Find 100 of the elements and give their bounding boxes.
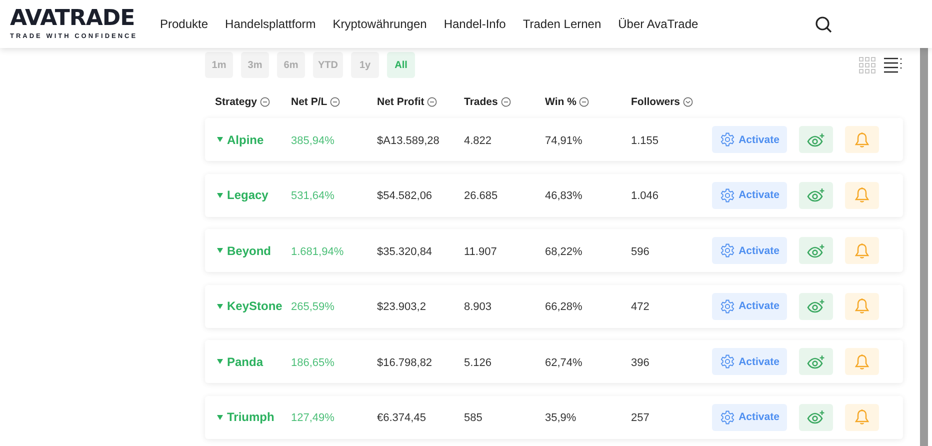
net-pl-value: 127,49%	[291, 412, 334, 424]
eye-plus-icon	[807, 244, 825, 258]
net-profit-value: $54.582,06	[377, 190, 432, 202]
win-rate-value: 66,28%	[545, 301, 582, 313]
search-icon[interactable]	[815, 16, 832, 32]
bell-icon	[855, 187, 869, 203]
caret-icon	[217, 414, 223, 420]
sort-minus-icon[interactable]	[427, 97, 438, 107]
column-header[interactable]: Win %	[545, 96, 576, 108]
followers-value: 596	[631, 246, 650, 258]
win-rate-value: 68,22%	[545, 246, 582, 258]
activate-button[interactable]: Activate	[712, 126, 787, 153]
alert-button[interactable]	[845, 292, 879, 320]
caret-icon	[217, 304, 223, 308]
eye-plus-icon	[807, 299, 825, 313]
column-header[interactable]: Trades	[464, 96, 498, 108]
strategy-link[interactable]: Alpine	[217, 132, 291, 146]
grid-view-icon[interactable]	[859, 56, 876, 74]
caret-icon	[217, 137, 223, 142]
followers-value: 1.155	[631, 134, 659, 146]
eye-plus-icon	[807, 354, 825, 368]
column-header[interactable]: Followers	[631, 96, 680, 108]
strategy-link[interactable]: Panda	[217, 354, 291, 368]
gear-icon	[720, 188, 735, 202]
activate-button[interactable]: Activate	[712, 348, 787, 375]
trades-value: 585	[464, 412, 482, 424]
column-header[interactable]: Net Profit	[377, 96, 424, 108]
period-tab[interactable]: 1m	[205, 52, 233, 78]
watch-button[interactable]	[799, 182, 833, 208]
net-pl-value: 265,59%	[291, 301, 334, 313]
alert-button[interactable]	[845, 126, 879, 153]
strategy-link[interactable]: Triumph	[217, 410, 291, 424]
win-rate-value: 35,9%	[545, 412, 576, 424]
sort-minus-icon[interactable]	[260, 97, 270, 107]
alert-button[interactable]	[845, 404, 879, 430]
activate-button[interactable]: Activate	[712, 292, 787, 320]
trades-value: 4.822	[464, 134, 492, 146]
period-tab[interactable]: 6m	[277, 52, 305, 78]
net-pl-value: 385,94%	[291, 134, 334, 146]
strategy-link[interactable]: KeyStone	[217, 299, 291, 313]
caret-icon	[217, 192, 223, 198]
period-tab[interactable]: 3m	[241, 52, 269, 78]
bell-icon	[855, 409, 869, 425]
period-tab[interactable]: YTD	[313, 52, 343, 78]
eye-plus-icon	[807, 410, 825, 424]
nav-link[interactable]: Über AvaTrade	[618, 17, 698, 31]
followers-value: 396	[631, 356, 650, 368]
watch-button[interactable]	[799, 126, 833, 153]
period-tab[interactable]: 1y	[351, 52, 379, 78]
caret-icon	[217, 359, 223, 364]
bell-icon	[855, 354, 869, 370]
trades-value: 26.685	[464, 190, 498, 202]
nav-link[interactable]: Kryptowährungen	[332, 17, 427, 31]
trades-value: 8.903	[464, 301, 492, 313]
watch-button[interactable]	[799, 237, 833, 264]
win-rate-value: 74,91%	[545, 134, 582, 146]
strategy-link[interactable]: Beyond	[217, 244, 291, 258]
strategy-link[interactable]: Legacy	[217, 188, 291, 202]
win-rate-value: 62,74%	[545, 356, 582, 368]
bell-icon	[855, 242, 869, 258]
win-rate-value: 46,83%	[545, 190, 582, 202]
bell-icon	[855, 298, 869, 314]
watch-button[interactable]	[799, 348, 833, 375]
watch-button[interactable]	[799, 404, 833, 430]
period-tab[interactable]: All	[387, 52, 415, 78]
sort-minus-icon[interactable]	[500, 97, 511, 107]
activate-button[interactable]: Activate	[712, 182, 787, 208]
gear-icon	[720, 132, 735, 147]
eye-plus-icon	[807, 188, 825, 202]
sort-chevron-icon[interactable]	[683, 97, 694, 107]
sort-minus-icon[interactable]	[330, 97, 340, 107]
list-view-icon[interactable]	[884, 57, 903, 73]
column-header[interactable]: Net P/L	[291, 96, 328, 108]
net-profit-value: €6.374,45	[377, 412, 426, 424]
alert-button[interactable]	[845, 237, 879, 264]
scrollbar[interactable]	[920, 48, 928, 446]
followers-value: 472	[631, 301, 650, 313]
net-profit-value: $35.320,84	[377, 246, 432, 258]
alert-button[interactable]	[845, 182, 879, 208]
net-pl-value: 186,65%	[291, 356, 334, 368]
gear-icon	[720, 410, 735, 424]
nav-link[interactable]: Handelsplattform	[225, 17, 316, 31]
bell-icon	[855, 132, 869, 148]
trades-value: 11.907	[464, 246, 497, 258]
gear-icon	[720, 243, 735, 258]
sort-minus-icon[interactable]	[579, 97, 590, 107]
activate-button[interactable]: Activate	[712, 404, 787, 430]
nav-link[interactable]: Produkte	[160, 17, 208, 31]
gear-icon	[720, 354, 735, 369]
net-pl-value: 1.681,94%	[291, 246, 344, 258]
eye-plus-icon	[807, 132, 825, 146]
column-header[interactable]: Strategy	[215, 96, 258, 108]
logo-wordmark[interactable]: AVATRADE	[10, 8, 160, 30]
nav-link[interactable]: Handel-Info	[444, 17, 506, 31]
activate-button[interactable]: Activate	[712, 237, 787, 264]
gear-icon	[720, 298, 735, 314]
nav-link[interactable]: Traden Lernen	[522, 17, 602, 31]
watch-button[interactable]	[799, 292, 833, 320]
net-profit-value: $16.798,82	[377, 356, 432, 368]
alert-button[interactable]	[845, 348, 879, 375]
